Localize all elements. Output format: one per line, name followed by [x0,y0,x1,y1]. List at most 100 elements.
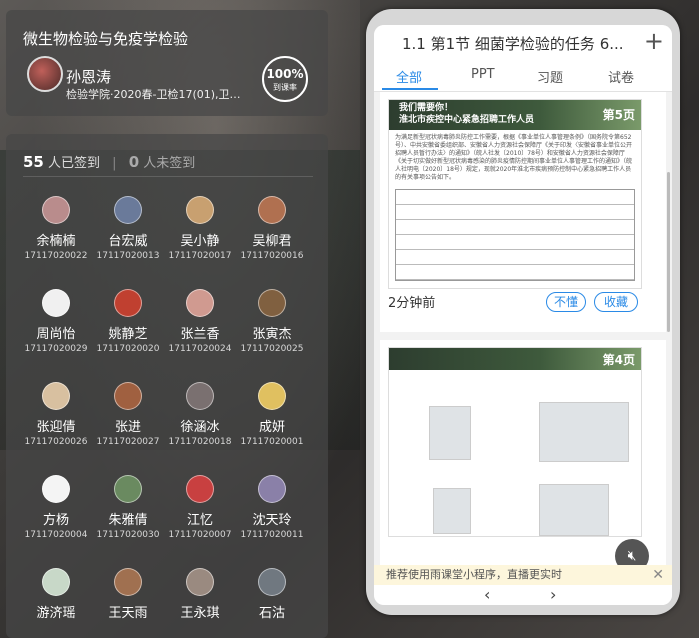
teacher-class: 检验学院·2020春-卫检17(01),卫检1... [66,88,246,101]
student-name: 周尚怡 [36,327,76,342]
student-id: 17117020027 [96,437,160,447]
student-item: 石沽 [236,568,308,623]
slide-time: 2分钟前 [388,296,436,311]
student-avatar [258,475,286,503]
student-item: 江忆 17117020007 [164,475,236,540]
slide-photo [429,406,471,460]
stats-separator: | [112,156,117,171]
student-avatar [258,196,286,224]
student-name: 朱雅倩 [108,513,148,528]
student-avatar [114,475,142,503]
tab-exercises[interactable]: 习题 [537,67,563,86]
student-id: 17117020011 [240,530,304,540]
student-avatar [114,196,142,224]
student-name: 张进 [114,420,141,435]
teacher-avatar [27,56,63,92]
student-name: 张兰香 [180,327,220,342]
slide-thumbnail[interactable]: 我们需要你！ 淮北市疾控中心紧急招聘工作人员 第5页 为满足新型冠状病毒肺炎防控… [388,99,642,289]
student-avatar [114,568,142,596]
student-name: 成妍 [258,420,285,435]
student-item: 姚静芝 17117020020 [92,289,164,354]
signed-label: 人已签到 [48,156,101,171]
student-item: 游济瑶 [20,568,92,623]
slide-feed[interactable]: 我们需要你！ 淮北市疾控中心紧急招聘工作人员 第5页 为满足新型冠状病毒肺炎防控… [374,92,672,572]
student-avatar [114,382,142,410]
slide-photo [433,488,471,534]
tip-banner: 推荐使用雨课堂小程序，直播更实时 ✕ [374,565,672,585]
student-item: 成妍 17117020001 [236,382,308,447]
student-id: 17117020018 [168,437,232,447]
course-info-panel: 微生物检验与免疫学检验 孙恩涛 检验学院·2020春-卫检17(01),卫检1.… [6,10,328,116]
student-id: 17117020029 [24,344,88,354]
student-item: 方杨 17117020004 [20,475,92,540]
student-item: 张寅杰 17117020025 [236,289,308,354]
student-item: 吴小静 17117020017 [164,196,236,261]
student-id: 17117020001 [240,437,304,447]
student-id: 17117020016 [240,251,304,261]
student-avatar [186,568,214,596]
student-avatar [42,382,70,410]
student-item: 徐涵冰 17117020018 [164,382,236,447]
student-item: 沈天玲 17117020011 [236,475,308,540]
student-id: 17117020017 [168,251,232,261]
student-avatar [258,289,286,317]
favorite-button[interactable]: 收藏 [594,292,638,312]
next-icon[interactable]: › [550,585,556,604]
lesson-title: 1.1 第1节 细菌学检验的任务 6... [402,35,624,53]
unsigned-label: 人未签到 [143,156,196,171]
active-tab-underline [382,88,438,90]
slide-photo [539,402,629,462]
student-name: 石沽 [258,606,285,621]
student-name: 江忆 [186,513,213,528]
checkin-panel: 55 人已签到 | 0 人未签到 余楠楠 17117020022 台宏威 171170… [6,134,328,638]
unsigned-count: 0 [128,153,140,171]
student-avatar [258,382,286,410]
course-title: 微生物检验与免疫学检验 [23,30,189,48]
student-name: 王天雨 [108,606,148,621]
student-id: 17117020026 [24,437,88,447]
tab-all[interactable]: 全部 [396,67,422,86]
student-item: 王天雨 [92,568,164,623]
student-item: 张兰香 17117020024 [164,289,236,354]
student-name: 游济瑶 [36,606,76,621]
feed-scrollbar[interactable] [667,172,670,332]
student-id: 17117020020 [96,344,160,354]
slide-table [395,189,635,281]
slide-navigation: ‹ › [374,585,672,605]
student-item: 王永琪 [164,568,236,623]
plus-icon[interactable]: + [644,29,664,53]
student-name: 张寅杰 [252,327,292,342]
tab-ppt[interactable]: PPT [471,67,495,82]
prev-icon[interactable]: ‹ [484,585,490,604]
student-item: 台宏威 17117020013 [92,196,164,261]
close-icon[interactable]: ✕ [652,565,664,585]
slide-banner: 我们需要你！ 淮北市疾控中心紧急招聘工作人员 第5页 [389,100,641,130]
stats-divider [23,176,313,177]
slide-card: 我们需要你！ 淮北市疾控中心紧急招聘工作人员 第5页 为满足新型冠状病毒肺炎防控… [380,92,666,332]
slide-photo [539,484,609,536]
tab-exams[interactable]: 试卷 [608,67,634,86]
student-id: 17117020024 [168,344,232,354]
student-item: 张迎倩 17117020026 [20,382,92,447]
slide-card: 第4页 [380,340,666,572]
student-id: 17117020022 [24,251,88,261]
student-id: 17117020013 [96,251,160,261]
phone-tabs: 全部 PPT 习题 试卷 [374,59,672,92]
phone-header: 1.1 第1节 细菌学检验的任务 6... + [374,25,672,59]
slide-thumbnail[interactable]: 第4页 [388,347,642,537]
student-item: 张进 17117020027 [92,382,164,447]
student-avatar [114,289,142,317]
slide-page-number: 第5页 [602,108,635,122]
dont-understand-button[interactable]: 不懂 [546,292,586,312]
student-item: 余楠楠 17117020022 [20,196,92,261]
student-avatar [186,475,214,503]
student-avatar [186,289,214,317]
student-id: 17117020025 [240,344,304,354]
student-avatar [42,568,70,596]
signed-count: 55 [23,153,44,171]
attendance-rate-value: 100% [266,67,304,81]
student-name: 沈天玲 [252,513,292,528]
student-name: 徐涵冰 [180,420,220,435]
student-avatar [42,289,70,317]
student-name: 余楠楠 [36,234,76,249]
